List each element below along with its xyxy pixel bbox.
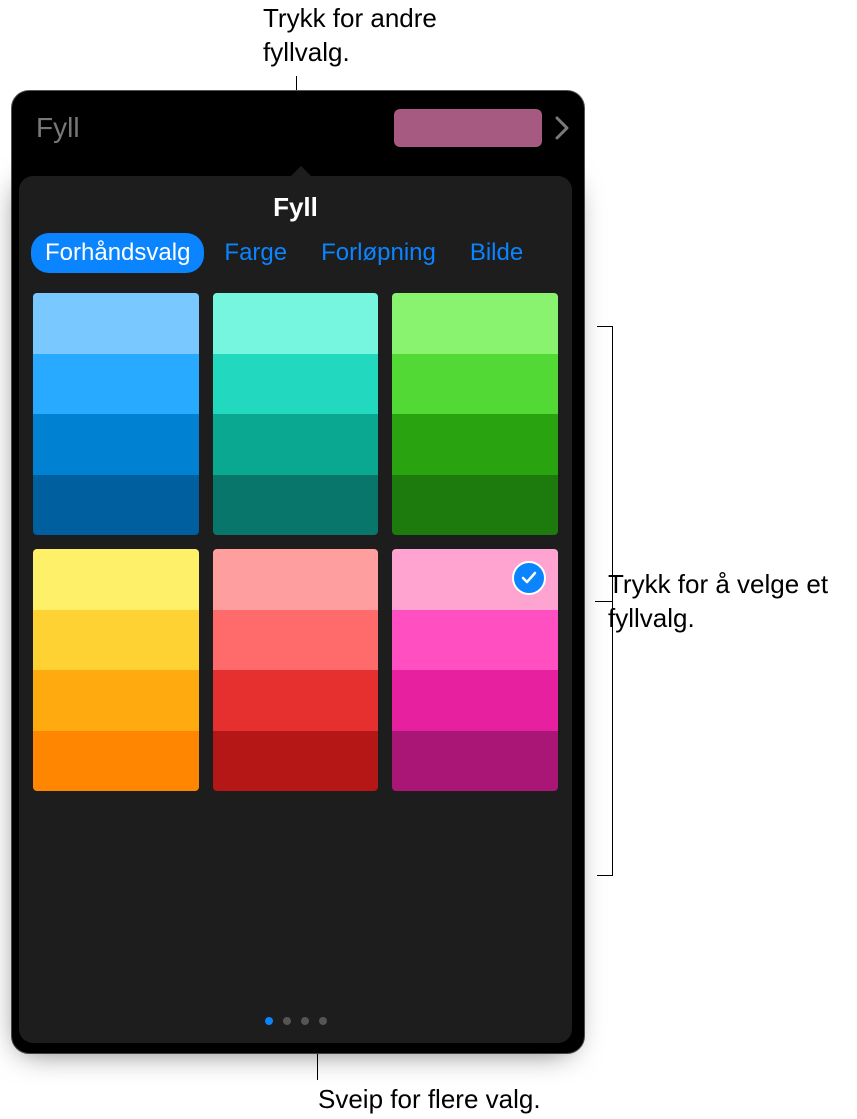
swatch <box>213 414 379 475</box>
swatch <box>33 670 199 731</box>
page-dot-3[interactable] <box>301 1017 309 1025</box>
swatch <box>213 610 379 671</box>
preset-yellow[interactable] <box>33 549 199 791</box>
fill-tabs: Forhåndsvalg Farge Forløpning Bilde <box>19 233 572 273</box>
swatch <box>213 731 379 792</box>
swatch <box>33 549 199 610</box>
tab-presets[interactable]: Forhåndsvalg <box>31 233 204 273</box>
preset-pink[interactable] <box>392 549 558 791</box>
swatch <box>392 354 558 415</box>
preset-teal[interactable] <box>213 293 379 535</box>
callout-bottom: Sveip for flere valg. <box>318 1083 541 1117</box>
page-dot-2[interactable] <box>283 1017 291 1025</box>
fill-header-row[interactable]: Fyll <box>12 91 584 159</box>
callout-top: Trykk for andre fyllvalg. <box>263 2 523 70</box>
swatch <box>392 293 558 354</box>
page-dot-4[interactable] <box>319 1017 327 1025</box>
swatch <box>33 475 199 536</box>
preset-green[interactable] <box>392 293 558 535</box>
page-indicator[interactable] <box>19 1017 572 1025</box>
fill-popover: Fyll Forhåndsvalg Farge Forløpning Bilde <box>19 176 572 1043</box>
swatch <box>33 414 199 475</box>
page-dot-1[interactable] <box>265 1017 273 1025</box>
chevron-right-icon[interactable] <box>552 113 572 143</box>
swatch <box>392 731 558 792</box>
swatch <box>33 354 199 415</box>
current-fill-preview[interactable] <box>394 109 542 147</box>
swatch <box>213 549 379 610</box>
callout-right: Trykk for å velge et fyllvalg. <box>608 568 848 636</box>
swatch <box>33 293 199 354</box>
preset-red[interactable] <box>213 549 379 791</box>
fill-header-label: Fyll <box>36 112 394 144</box>
swatch <box>213 354 379 415</box>
swatch <box>33 731 199 792</box>
preset-blue[interactable] <box>33 293 199 535</box>
swatch <box>392 670 558 731</box>
swatch <box>392 475 558 536</box>
callout-line-right-toptick <box>597 326 613 327</box>
tab-image[interactable]: Bilde <box>456 233 537 273</box>
swatch <box>213 293 379 354</box>
callout-line-right-horizontal <box>595 601 613 602</box>
swatch <box>213 670 379 731</box>
swatch <box>392 414 558 475</box>
callout-line-right-vertical <box>612 326 613 875</box>
preset-grid <box>19 293 572 791</box>
swatch <box>213 475 379 536</box>
tab-gradient[interactable]: Forløpning <box>307 233 450 273</box>
swatch <box>392 610 558 671</box>
tab-color[interactable]: Farge <box>210 233 301 273</box>
popover-title: Fyll <box>19 176 572 233</box>
checkmark-icon <box>512 561 546 595</box>
swatch <box>33 610 199 671</box>
callout-line-right-bottomtick <box>597 875 613 876</box>
